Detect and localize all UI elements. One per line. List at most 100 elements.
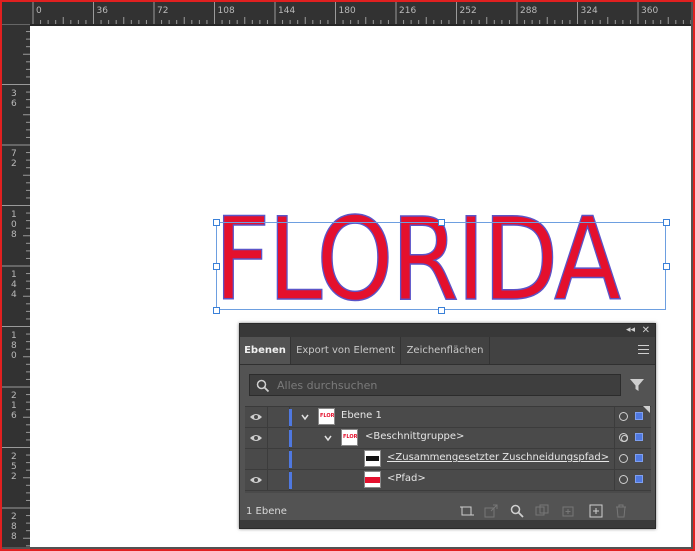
ruler-tick-label: 1: [11, 209, 17, 220]
ruler-tick-label: 2: [11, 471, 17, 482]
collapse-panel-icon[interactable]: ◂◂: [626, 324, 635, 337]
handle-top-left[interactable]: [213, 219, 220, 226]
handle-bottom-center[interactable]: [438, 307, 445, 314]
handle-top-center[interactable]: [438, 219, 445, 226]
tab-zeichenflaechen[interactable]: Zeichenflächen: [401, 337, 490, 364]
ruler-tick-label: 8: [11, 229, 17, 240]
visibility-eye-icon[interactable]: [249, 474, 263, 486]
layer-color-bar: [289, 409, 292, 426]
layer-thumbnail: [364, 471, 381, 488]
visibility-eye-icon[interactable]: [249, 432, 263, 444]
panel-tabs: Ebenen Export von Element Zeichenflächen: [240, 337, 655, 365]
layer-row-label: <Zusammengesetzter Zuschneidungspfad>: [387, 452, 610, 463]
ruler-tick-label: 288: [520, 6, 538, 16]
target-circle-icon[interactable]: [619, 454, 628, 463]
ruler-tick-label: 216: [399, 6, 417, 16]
filter-icon[interactable]: [629, 377, 645, 393]
panel-menu-icon[interactable]: [638, 345, 649, 354]
chevron-down-icon[interactable]: [323, 433, 333, 443]
lock-toggle[interactable]: [267, 407, 290, 427]
row-separator: [614, 470, 615, 490]
trash-icon[interactable]: [614, 504, 628, 518]
target-circle-icon[interactable]: [619, 475, 628, 484]
ruler-tick-label: 144: [278, 6, 296, 16]
layers-list: FLORIDA Ebene 1 FLORIDA <Beschnittgruppe…: [245, 406, 651, 493]
ruler-tick-label: 8: [11, 522, 17, 532]
ruler-tick-label: 324: [580, 6, 598, 16]
row-separator: [614, 428, 615, 448]
layer-row-pfad[interactable]: <Pfad>: [245, 470, 651, 491]
lock-toggle[interactable]: [267, 428, 290, 448]
ruler-tick-label: 2: [11, 512, 17, 522]
locate-object-icon[interactable]: [510, 504, 524, 518]
selection-indicator[interactable]: [635, 475, 643, 483]
layer-thumbnail: FLORIDA: [318, 408, 335, 425]
ruler-tick-label: 2: [11, 391, 17, 401]
layer-color-bar: [289, 430, 292, 447]
panel-resize-strip[interactable]: [240, 520, 655, 528]
layer-row-beschnittgruppe[interactable]: FLORIDA <Beschnittgruppe>: [245, 428, 651, 449]
ruler-tick-label: 108: [217, 6, 235, 16]
selection-indicator[interactable]: [635, 454, 643, 462]
ruler-tick-label: 2: [11, 159, 17, 169]
ruler-tick-label: 0: [11, 219, 17, 230]
panel-titlebar[interactable]: ◂◂ ✕: [240, 324, 655, 337]
visibility-eye-icon[interactable]: [249, 411, 263, 423]
thumbnail-red-shape: [365, 477, 380, 483]
chevron-down-icon[interactable]: [300, 412, 310, 422]
ruler-tick-label: 1: [11, 270, 17, 280]
ruler-tick-label: 6: [11, 98, 17, 109]
selection-indicator[interactable]: [635, 433, 643, 441]
layer-row-zuschneidungspfad[interactable]: <Zusammengesetzter Zuschneidungspfad>: [245, 449, 651, 470]
ruler-tick-label: 5: [11, 461, 17, 472]
target-circle-icon[interactable]: [619, 412, 628, 421]
handle-middle-left[interactable]: [213, 263, 220, 270]
tab-ebenen[interactable]: Ebenen: [240, 337, 291, 364]
handle-bottom-left[interactable]: [213, 307, 220, 314]
new-layer-icon[interactable]: [589, 504, 603, 518]
thumbnail-black-shape: [366, 456, 379, 461]
ruler-tick-label: 0: [11, 350, 17, 361]
handle-middle-right[interactable]: [663, 263, 670, 270]
selection-bounding-box[interactable]: [216, 222, 666, 310]
layer-row-label: <Pfad>: [387, 473, 426, 484]
ruler-tick-label: 1: [11, 401, 17, 411]
layer-thumbnail: FLORIDA: [341, 429, 358, 446]
layer-row-ebene-1[interactable]: FLORIDA Ebene 1: [245, 407, 651, 428]
ruler-tick-label: 36: [96, 6, 108, 16]
ruler-corner[interactable]: [2, 2, 30, 24]
export-icon[interactable]: [484, 504, 498, 518]
clipping-mask-icon[interactable]: [535, 504, 549, 518]
lock-toggle[interactable]: [267, 449, 290, 469]
ruler-tick-label: 6: [11, 411, 17, 421]
lock-toggle[interactable]: [267, 470, 290, 490]
ruler-tick-label: 8: [11, 532, 17, 542]
layer-row-label: Ebene 1: [341, 410, 382, 421]
search-icon: [256, 379, 270, 393]
ruler-tick-label: 8: [11, 340, 17, 351]
collect-for-export-icon[interactable]: [460, 504, 474, 518]
ruler-tick-label: 0: [36, 6, 42, 16]
new-sublayer-icon[interactable]: [560, 504, 574, 518]
horizontal-ruler[interactable]: 0 36 72 108 144 180 216 252 288 324 360: [30, 2, 691, 25]
ruler-tick-label: 4: [11, 280, 17, 290]
layers-panel: ◂◂ ✕ Ebenen Export von Element Zeichenfl…: [239, 323, 656, 529]
layer-count-status: 1 Ebene: [246, 506, 287, 517]
ruler-tick-label: 360: [641, 6, 659, 16]
layer-thumbnail: [364, 450, 381, 467]
layer-color-bar: [289, 451, 292, 468]
target-circle-icon[interactable]: [619, 433, 628, 442]
ruler-tick-label: 1: [11, 330, 17, 341]
handle-top-right[interactable]: [663, 219, 670, 226]
vertical-ruler[interactable]: 3672108144180216252288: [2, 24, 31, 547]
ruler-tick-label: 72: [157, 6, 169, 16]
ruler-tick-label: 4: [11, 290, 17, 300]
tab-export-von-element[interactable]: Export von Element: [291, 337, 401, 364]
search-input[interactable]: [277, 377, 617, 393]
selection-indicator[interactable]: [635, 412, 643, 420]
ruler-tick-label: 7: [11, 149, 17, 159]
search-box: [249, 374, 621, 396]
close-panel-icon[interactable]: ✕: [642, 324, 650, 337]
ruler-tick-label: 2: [11, 451, 17, 462]
ruler-tick-label: 252: [459, 6, 477, 16]
